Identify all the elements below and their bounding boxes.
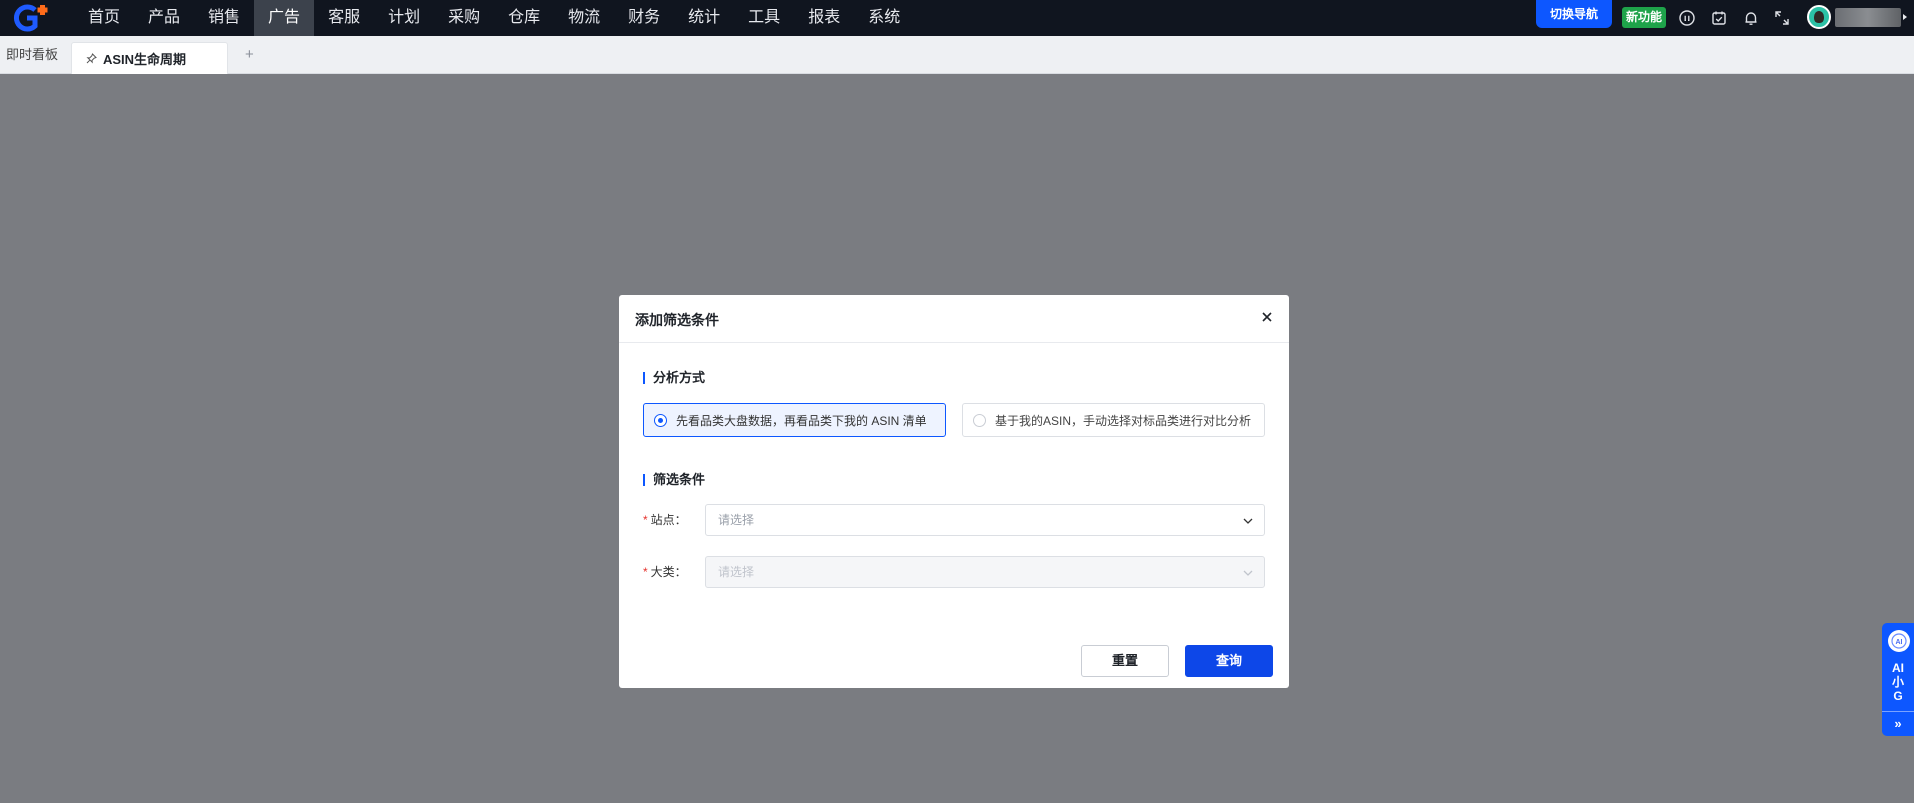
page-tabs-bar: 即时看板 ASIN生命周期 + [0, 36, 1914, 74]
option-category-first[interactable]: 先看品类大盘数据，再看品类下我的 ASIN 清单 [643, 403, 946, 437]
user-avatar[interactable] [1807, 5, 1831, 29]
nav-item-home[interactable]: 首页 [74, 0, 134, 36]
chevron-down-icon[interactable] [1242, 567, 1254, 579]
nav-item-finance[interactable]: 财务 [614, 0, 674, 36]
svg-text:AI: AI [1896, 639, 1903, 646]
nav-item-warehouse[interactable]: 仓库 [494, 0, 554, 36]
query-button[interactable]: 查询 [1185, 645, 1273, 677]
radio-checked-icon[interactable] [654, 413, 667, 427]
top-navigation-bar: 首页 产品 销售 广告 客服 计划 采购 仓库 物流 财务 统计 工具 报表 系… [0, 0, 1914, 36]
ai-assistant-label: AI 小 G [1891, 661, 1904, 703]
nav-item-tools[interactable]: 工具 [734, 0, 794, 36]
option-asin-manual[interactable]: 基于我的ASIN，手动选择对标品类进行对比分析 [962, 403, 1265, 437]
option-label: 基于我的ASIN，手动选择对标品类进行对比分析 [995, 413, 1252, 428]
nav-item-product[interactable]: 产品 [134, 0, 194, 36]
close-icon[interactable] [1259, 309, 1275, 325]
chevron-down-icon[interactable] [1242, 515, 1254, 527]
nav-item-ads[interactable]: 广告 [254, 0, 315, 36]
fullscreen-icon[interactable] [1772, 8, 1792, 28]
radio-unchecked-icon[interactable] [973, 413, 986, 427]
reset-button[interactable]: 重置 [1081, 645, 1169, 677]
category-label: * 大类： [643, 565, 687, 579]
section-filter-conditions: 筛选条件 [643, 472, 705, 488]
option-label: 先看品类大盘数据，再看品类下我的 ASIN 清单 [676, 413, 927, 428]
caret-right-icon[interactable] [1903, 14, 1907, 20]
new-feature-badge[interactable]: 新功能 [1622, 7, 1666, 28]
site-placeholder: 请选择 [718, 513, 755, 527]
dialog-title: 添加筛选条件 [635, 312, 719, 328]
dialog-header: 添加筛选条件 [619, 295, 1289, 343]
category-placeholder: 请选择 [718, 565, 755, 579]
nav-item-plan[interactable]: 计划 [374, 0, 434, 36]
main-nav: 首页 产品 销售 广告 客服 计划 采购 仓库 物流 财务 统计 工具 报表 系… [74, 0, 914, 36]
calendar-check-icon[interactable] [1709, 8, 1729, 28]
category-select[interactable]: 请选择 [705, 556, 1265, 588]
nav-item-customer-service[interactable]: 客服 [314, 0, 374, 36]
nav-item-reports[interactable]: 报表 [794, 0, 854, 36]
required-mark: * [643, 513, 648, 527]
ai-assistant-widget[interactable]: AI AI 小 G » [1882, 623, 1914, 736]
tab-asin-lifecycle[interactable]: ASIN生命周期 [71, 42, 228, 74]
switch-nav-button[interactable]: 切换导航 [1536, 0, 1612, 28]
add-filter-dialog: 添加筛选条件 分析方式 先看品类大盘数据，再看品类下我的 ASIN 清单 基于我… [619, 295, 1289, 688]
help-icon[interactable] [1677, 8, 1697, 28]
pin-icon[interactable] [86, 53, 97, 64]
nav-item-system[interactable]: 系统 [854, 0, 914, 36]
section-analysis-method: 分析方式 [643, 370, 705, 386]
expand-icon[interactable]: » [1882, 715, 1914, 733]
ai-logo-icon: AI [1888, 630, 1910, 652]
tab-label: ASIN生命周期 [103, 52, 187, 67]
required-mark: * [643, 565, 648, 579]
site-label: * 站点： [643, 513, 687, 527]
add-tab-button[interactable]: + [245, 36, 254, 74]
user-name[interactable] [1835, 8, 1901, 27]
nav-item-statistics[interactable]: 统计 [674, 0, 734, 36]
site-select[interactable]: 请选择 [705, 504, 1265, 536]
bell-icon[interactable] [1741, 8, 1761, 28]
app-logo[interactable] [10, 3, 60, 33]
nav-item-sales[interactable]: 销售 [194, 0, 254, 36]
divider [1882, 711, 1914, 712]
tab-dashboard[interactable]: 即时看板 [6, 36, 58, 74]
nav-item-purchase[interactable]: 采购 [434, 0, 494, 36]
nav-item-logistics[interactable]: 物流 [554, 0, 614, 36]
